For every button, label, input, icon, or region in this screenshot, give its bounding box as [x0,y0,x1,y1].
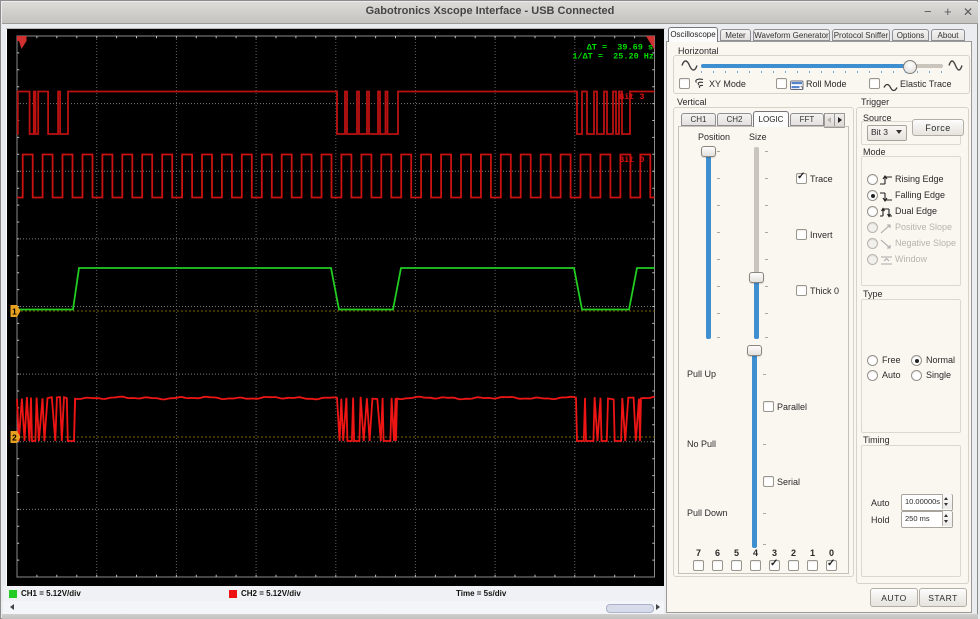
svg-text:2: 2 [12,433,17,443]
svg-text:Bit 3: Bit 3 [619,92,645,102]
svg-text:Bit 0: Bit 0 [619,155,645,165]
svg-text:1/ΔT = 25.20 Hz: 1/ΔT = 25.20 Hz [572,52,654,62]
svg-text:1: 1 [12,307,17,317]
